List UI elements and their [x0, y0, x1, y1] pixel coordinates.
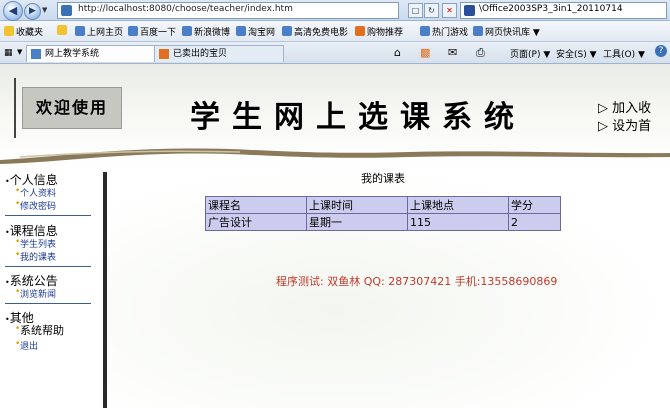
address-field[interactable]: http://localhost:8080/choose/teacher/ind…: [57, 2, 399, 19]
fav-item-movies[interactable]: 高清免费电影: [282, 25, 348, 38]
link-icon: [75, 26, 85, 36]
sidebar-item-logout[interactable]: 退出: [20, 339, 38, 352]
course-table: 课程名 上课时间 上课地点 学分 广告设计 星期一 115 2: [205, 196, 561, 231]
add-favorite-icon: [57, 25, 67, 35]
table-header-cell: 上课时间: [306, 196, 408, 214]
fav-item-weibo[interactable]: 新浪微博: [182, 25, 230, 38]
link-icon: [355, 26, 365, 36]
search-field[interactable]: \Office2003SP3_3in1_20110714: [460, 2, 667, 19]
sidebar-scrollbar[interactable]: [103, 172, 107, 408]
table-row: 广告设计 星期一 115 2: [205, 213, 561, 231]
sidebar: •个人信息 • 个人资料 • 修改密码 •课程信息 • 学生列表 • 我的课表 …: [0, 168, 103, 408]
sidebar-item-browse-news[interactable]: 浏览新闻: [20, 287, 56, 300]
table-header-cell: 上课地点: [407, 196, 509, 214]
page-icon: [31, 49, 41, 59]
table-header-cell: 学分: [508, 196, 561, 214]
sidebar-item-system-help[interactable]: 系统帮助: [20, 322, 64, 338]
home-icon[interactable]: ⌂: [394, 46, 401, 59]
taobao-icon: [159, 49, 169, 59]
tab-sold-items[interactable]: 已卖出的宝贝: [154, 45, 284, 62]
section-heading: 我的课表: [361, 172, 405, 185]
tab-teaching-system[interactable]: 网上教学系统: [26, 45, 164, 62]
favorites-button[interactable]: 收藏夹: [4, 25, 43, 38]
section-divider: [5, 266, 91, 267]
fav-item-webslice[interactable]: 网页快讯库 ▼: [473, 25, 540, 38]
sidebar-item-change-password[interactable]: 修改密码: [20, 199, 56, 212]
stop-icon[interactable]: ✕: [442, 3, 457, 18]
back-arrow-icon[interactable]: ◀: [3, 1, 23, 21]
fav-item-shopping[interactable]: 购物推荐: [355, 25, 403, 38]
favorites-bar: 收藏夹 上网主页 百度一下 新浪微博 淘宝网 高清免费电影 购物推荐 热门游戏 …: [0, 21, 670, 42]
page-icon: [61, 5, 72, 16]
table-header-cell: 课程名: [205, 196, 307, 214]
arrow-icon: ▷: [598, 101, 613, 116]
link-icon: [420, 26, 430, 36]
table-cell: 广告设计: [205, 213, 307, 231]
section-divider: [5, 215, 91, 216]
fav-add-icon[interactable]: [57, 25, 69, 37]
link-icon: [282, 26, 292, 36]
history-dropdown-icon[interactable]: ▼: [42, 6, 47, 14]
fav-item-games[interactable]: 热门游戏: [420, 25, 468, 38]
fav-item-home[interactable]: 上网主页: [75, 25, 123, 38]
link-icon: [128, 26, 138, 36]
star-icon: [4, 26, 14, 36]
sidebar-item-my-schedule[interactable]: 我的课表: [20, 250, 56, 263]
refresh-icon[interactable]: ↻: [424, 3, 439, 18]
table-cell: 2: [508, 213, 561, 231]
welcome-label: 欢迎使用: [22, 87, 122, 129]
tab-row: ▦ ▼ 网上教学系统 已卖出的宝贝 ⌂ ▩ ✉ ⎙ 页面(P) ▼ 安全(S) …: [0, 42, 670, 64]
safety-menu[interactable]: 安全(S) ▼: [556, 47, 597, 60]
table-header-row: 课程名 上课时间 上课地点 学分: [205, 196, 561, 214]
test-info-note: 程序测试: 双鱼林 QQ: 287307421 手机:13558690869: [276, 275, 558, 288]
link-icon: [182, 26, 192, 36]
help-icon[interactable]: ?: [655, 45, 667, 57]
sidebar-item-student-list[interactable]: 学生列表: [20, 237, 56, 250]
table-cell: 115: [407, 213, 509, 231]
print-icon[interactable]: ⎙: [476, 46, 485, 60]
page-title: 学生网上选课系统: [190, 100, 526, 135]
forward-arrow-icon[interactable]: ▶: [24, 3, 41, 20]
banner-swoosh: [0, 148, 670, 164]
address-url: http://localhost:8080/choose/teacher/ind…: [78, 4, 293, 14]
add-favorite-link[interactable]: ▷ 加入收: [598, 97, 651, 116]
compat-view-icon[interactable]: □: [408, 3, 423, 18]
link-icon: [473, 26, 483, 36]
link-icon: [236, 26, 246, 36]
search-text: \Office2003SP3_3in1_20110714: [479, 4, 623, 14]
quick-tabs-icon[interactable]: ▦: [4, 48, 13, 58]
sidebar-item-profile[interactable]: 个人资料: [20, 186, 56, 199]
tab-list-icon[interactable]: ▼: [17, 48, 22, 56]
search-provider-icon: [464, 5, 475, 16]
section-divider: [5, 303, 91, 304]
fav-item-taobao[interactable]: 淘宝网: [236, 25, 275, 38]
table-cell: 星期一: [306, 213, 408, 231]
arrow-icon: ▷: [598, 119, 613, 134]
feeds-icon[interactable]: ▩: [420, 46, 430, 59]
mail-icon[interactable]: ✉: [448, 46, 457, 59]
fav-item-baidu[interactable]: 百度一下: [128, 25, 176, 38]
page-menu[interactable]: 页面(P) ▼: [510, 47, 550, 60]
tools-menu[interactable]: 工具(O) ▼: [603, 47, 645, 60]
set-home-link[interactable]: ▷ 设为首: [598, 115, 651, 134]
banner-bar: [14, 78, 16, 138]
address-bar-row: ◀ ▶ ▼ http://localhost:8080/choose/teach…: [0, 0, 670, 21]
